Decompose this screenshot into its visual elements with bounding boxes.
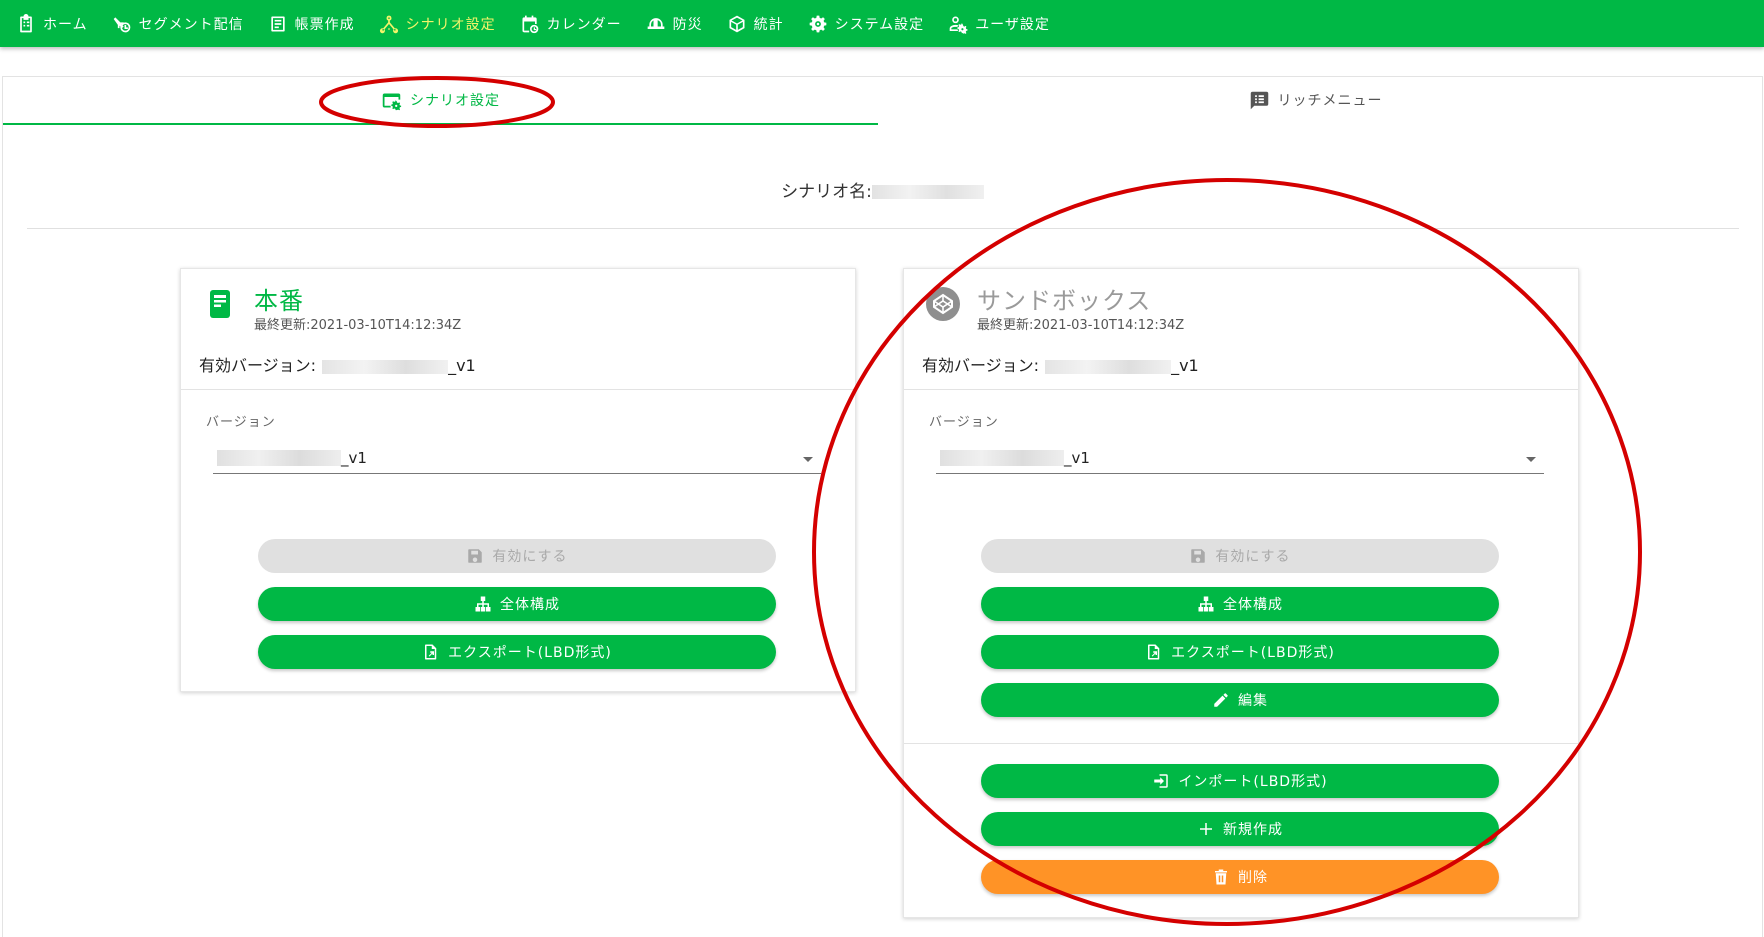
nav-scenario-label: シナリオ設定	[405, 16, 496, 33]
sandbox-title: サンドボックス	[977, 287, 1152, 315]
sandbox-active-version: 有効バージョン: _v1	[922, 352, 1199, 376]
scenario-name: シナリオ名:	[3, 177, 1762, 202]
sandbox-overview-button[interactable]: 全体構成	[981, 587, 1499, 621]
nav-calendar[interactable]: カレンダー	[508, 0, 634, 47]
sandbox-activate-label: 有効にする	[1215, 549, 1291, 565]
sandbox-import-button[interactable]: インポート(LBD形式)	[981, 764, 1499, 798]
nav-segment[interactable]: セグメント配信	[100, 0, 256, 47]
sandbox-activate-button[interactable]: 有効にする	[981, 539, 1499, 573]
production-version-select[interactable]: _v1	[213, 447, 821, 474]
production-title: 本番	[254, 287, 304, 315]
scenario-name-label: シナリオ名:	[781, 182, 872, 202]
disaster-helmet-icon	[647, 17, 664, 29]
nav-home-label: ホーム	[43, 16, 88, 33]
production-version-value: _v1	[341, 449, 367, 467]
nav-stats-label: 統計	[753, 16, 784, 33]
production-active-version-suffix: _v1	[448, 356, 476, 375]
nav-disaster[interactable]: 防災	[634, 0, 715, 47]
file-export-icon	[425, 644, 437, 660]
sandbox-delete-button[interactable]: 削除	[981, 860, 1499, 894]
nav-scenario[interactable]: シナリオ設定	[367, 0, 508, 47]
production-updated: 最終更新:2021-03-10T14:12:34Z	[254, 318, 462, 333]
production-active-version-redacted	[322, 359, 449, 374]
production-version-redacted	[217, 450, 341, 466]
gear-icon	[809, 15, 826, 32]
chevron-down-icon	[1526, 457, 1536, 462]
sandbox-updated: 最終更新:2021-03-10T14:12:34Z	[977, 318, 1185, 333]
tab-scenario-settings-label: シナリオ設定	[410, 93, 500, 109]
sitemap-icon	[475, 596, 491, 612]
form-icon	[270, 16, 285, 31]
sandbox-active-version-label: 有効バージョン:	[922, 356, 1040, 375]
chevron-down-icon	[803, 457, 813, 462]
production-overview-button[interactable]: 全体構成	[258, 587, 776, 621]
sandbox-active-version-redacted	[1045, 359, 1172, 374]
cube-icon	[729, 15, 745, 32]
sandbox-card: サンドボックス 最終更新:2021-03-10T14:12:34Z 有効バージョ…	[903, 268, 1579, 918]
tab-bar: シナリオ設定 リッチメニュー	[3, 77, 1762, 125]
production-card: 本番 最終更新:2021-03-10T14:12:34Z 有効バージョン: _v1…	[180, 268, 856, 692]
nav-stats[interactable]: 統計	[715, 0, 796, 47]
save-icon	[1191, 549, 1206, 563]
sandbox-overview-label: 全体構成	[1223, 597, 1283, 613]
production-activate-label: 有効にする	[492, 549, 568, 565]
message-list-icon	[1250, 91, 1268, 109]
nav-home[interactable]: ホーム	[0, 0, 100, 47]
sandbox-version-label: バージョン	[929, 415, 999, 430]
sitemap-icon	[1198, 596, 1214, 612]
sandbox-card-separator	[904, 743, 1578, 744]
document-icon	[210, 290, 230, 318]
sandbox-delete-label: 削除	[1238, 870, 1268, 886]
nav-system-settings[interactable]: システム設定	[796, 0, 937, 47]
codepen-cube-icon	[926, 287, 960, 321]
tab-scenario-settings[interactable]: シナリオ設定	[3, 77, 878, 125]
nav-user-settings-label: ユーザ設定	[975, 16, 1050, 33]
save-icon	[468, 549, 483, 563]
nav-segment-label: セグメント配信	[138, 16, 244, 33]
top-nav: ホーム セグメント配信 帳票作成 シナリオ設定 カレンダー 防災 統計 システム…	[0, 0, 1764, 47]
nav-user-settings[interactable]: ユーザ設定	[936, 0, 1062, 47]
sandbox-edit-button[interactable]: 編集	[981, 683, 1499, 717]
section-divider	[27, 228, 1739, 229]
production-version-label: バージョン	[206, 415, 276, 430]
tab-rich-menu[interactable]: リッチメニュー	[878, 77, 1753, 123]
sandbox-version-select[interactable]: _v1	[936, 447, 1544, 474]
sandbox-create-button[interactable]: 新規作成	[981, 812, 1499, 846]
sandbox-edit-label: 編集	[1238, 693, 1268, 709]
nav-system-settings-label: システム設定	[834, 16, 925, 33]
clipboard-icon	[20, 13, 32, 32]
sandbox-export-label: エクスポート(LBD形式)	[1171, 645, 1335, 661]
sandbox-create-label: 新規作成	[1223, 822, 1283, 838]
scenario-settings-icon	[382, 93, 402, 110]
sandbox-version-redacted	[940, 450, 1064, 466]
sandbox-version-value: _v1	[1064, 449, 1090, 467]
sandbox-card-header: サンドボックス 最終更新:2021-03-10T14:12:34Z 有効バージョ…	[904, 269, 1578, 390]
production-overview-label: 全体構成	[500, 597, 560, 613]
sandbox-import-label: インポート(LBD形式)	[1178, 774, 1328, 790]
production-active-version: 有効バージョン: _v1	[199, 352, 476, 376]
user-gear-icon	[949, 16, 968, 34]
import-icon	[1154, 774, 1169, 788]
nav-calendar-label: カレンダー	[546, 16, 622, 33]
production-export-label: エクスポート(LBD形式)	[448, 645, 612, 661]
pencil-icon	[1214, 693, 1228, 707]
production-activate-button[interactable]: 有効にする	[258, 539, 776, 573]
nav-form[interactable]: 帳票作成	[256, 0, 367, 47]
plus-icon	[1200, 823, 1212, 835]
production-active-version-label: 有効バージョン:	[199, 356, 317, 375]
production-export-button[interactable]: エクスポート(LBD形式)	[258, 635, 776, 669]
tab-rich-menu-label: リッチメニュー	[1277, 93, 1383, 109]
production-card-header: 本番 最終更新:2021-03-10T14:12:34Z 有効バージョン: _v1	[181, 269, 855, 390]
nav-form-label: 帳票作成	[294, 16, 355, 33]
trash-icon	[1215, 869, 1227, 885]
scenario-tree-icon	[379, 15, 398, 33]
scenario-name-redacted	[871, 185, 984, 199]
sandbox-active-version-suffix: _v1	[1171, 356, 1199, 375]
file-export-icon	[1148, 644, 1160, 660]
nav-disaster-label: 防災	[672, 16, 703, 33]
segment-send-icon	[113, 16, 130, 32]
calendar-icon	[522, 15, 538, 33]
sandbox-export-button[interactable]: エクスポート(LBD形式)	[981, 635, 1499, 669]
